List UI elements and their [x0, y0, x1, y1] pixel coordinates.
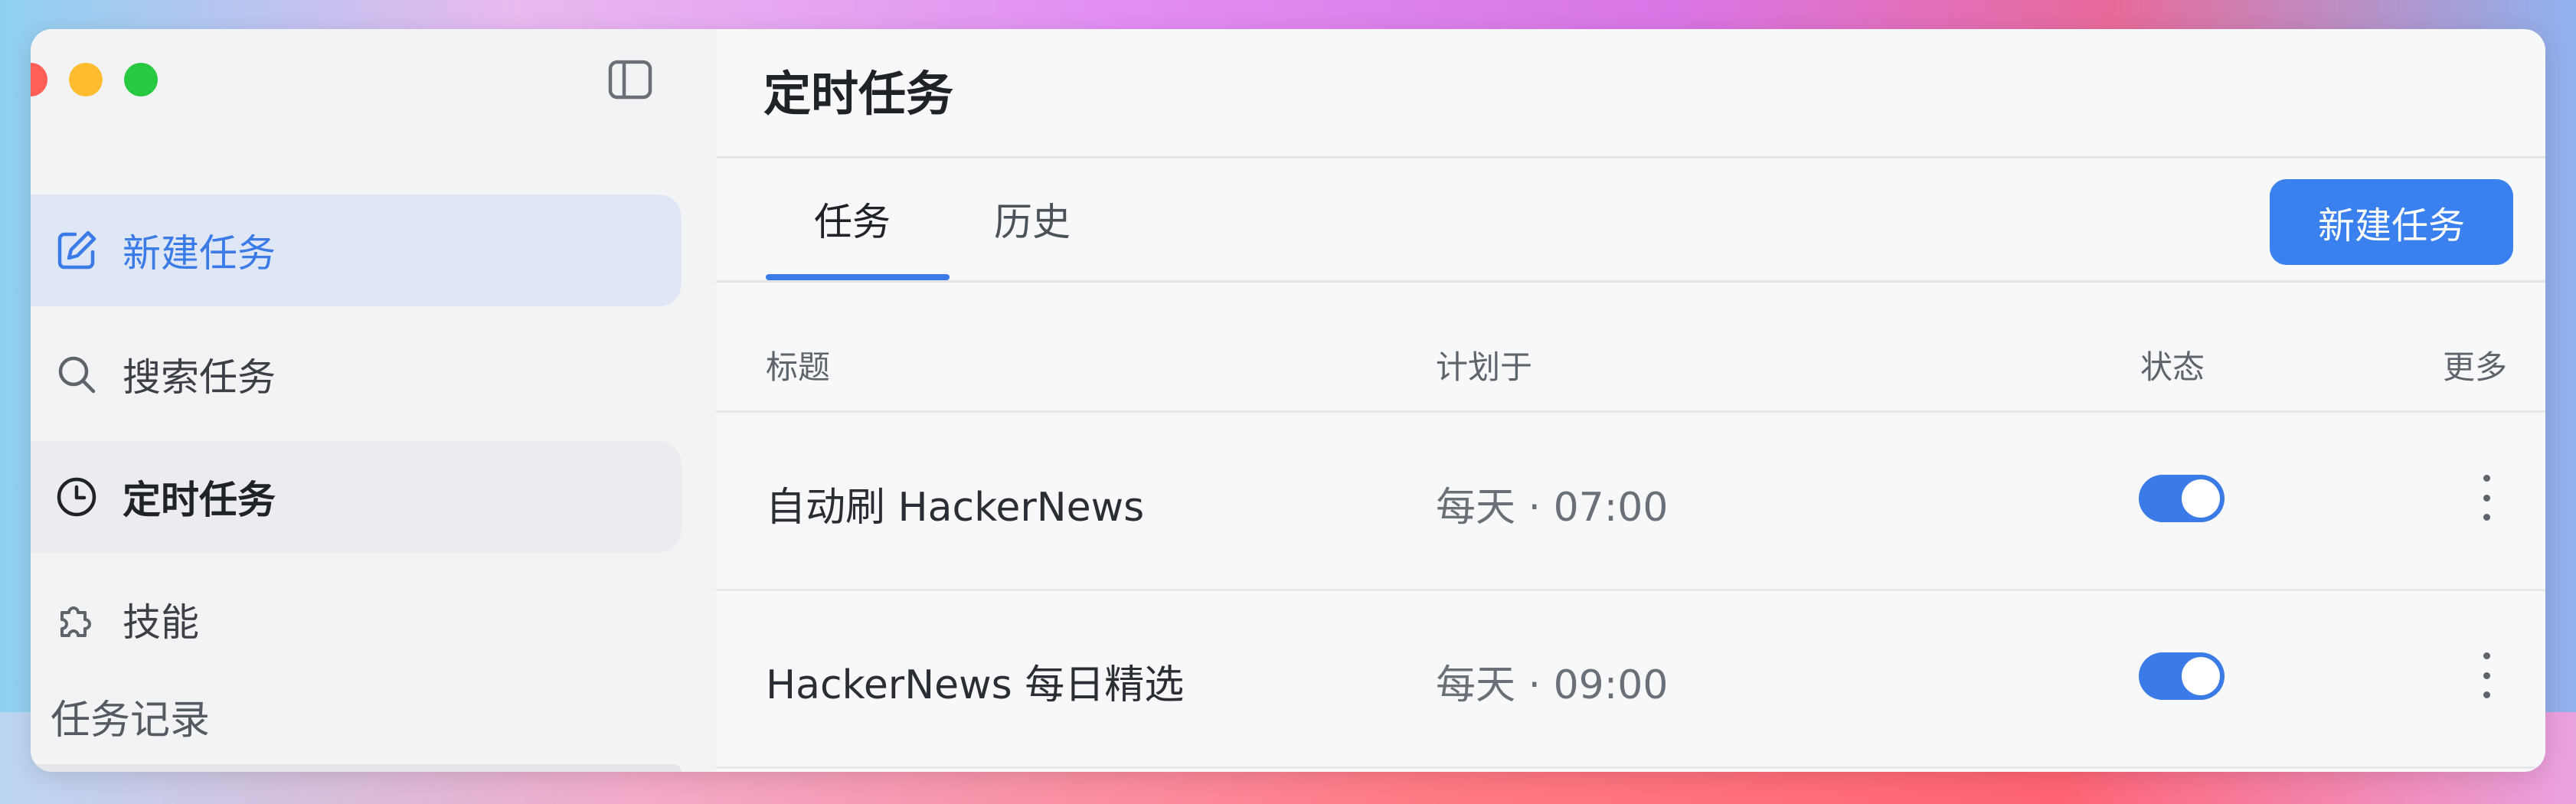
divider [716, 156, 2545, 159]
sidebar-item-skills[interactable]: 技能 [31, 564, 682, 675]
sidebar-item-scheduled-task[interactable]: 定时任务 [31, 441, 682, 553]
task-record-item[interactable] [31, 764, 682, 772]
column-header-status: 状态 [2140, 348, 2205, 386]
more-options-icon[interactable] [2471, 652, 2502, 698]
tab-tasks[interactable]: 任务 [814, 191, 891, 247]
app-window: 新建任务 搜索任务 定时任务 技能 任务记录 定时任务 任务 历史 新建任务 标… [31, 29, 2545, 772]
sidebar-toggle-icon[interactable] [608, 60, 652, 100]
tab-history[interactable]: 历史 [994, 191, 1071, 247]
sidebar-item-label: 技能 [123, 600, 199, 645]
clock-icon [54, 474, 100, 520]
column-header-more: 更多 [2443, 348, 2508, 386]
close-window-button[interactable] [31, 63, 47, 96]
window-controls [31, 63, 158, 96]
sidebar-item-label: 搜索任务 [123, 355, 276, 400]
task-enabled-toggle[interactable] [2139, 475, 2225, 522]
sidebar-item-label: 定时任务 [123, 478, 276, 522]
column-header-title: 标题 [766, 348, 831, 386]
task-title: HackerNews 每日精选 [766, 662, 1185, 708]
maximize-window-button[interactable] [124, 63, 158, 96]
sidebar-item-search-task[interactable]: 搜索任务 [31, 319, 682, 430]
divider [716, 766, 2545, 769]
minimize-window-button[interactable] [69, 63, 103, 96]
page-title: 定时任务 [763, 66, 954, 122]
task-schedule: 每天 · 09:00 [1436, 662, 1669, 708]
main-panel: 定时任务 任务 历史 新建任务 标题 计划于 状态 更多 自动刷 HackerN… [716, 29, 2545, 772]
divider [716, 589, 2545, 591]
column-header-schedule: 计划于 [1436, 348, 1533, 386]
toggle-knob [2182, 479, 2220, 518]
active-tab-indicator [766, 274, 950, 280]
search-icon [54, 351, 100, 397]
toggle-knob [2182, 657, 2220, 695]
sidebar: 新建任务 搜索任务 定时任务 技能 任务记录 [31, 29, 716, 772]
more-options-icon[interactable] [2471, 475, 2502, 521]
edit-icon [54, 227, 100, 273]
task-enabled-toggle[interactable] [2139, 652, 2225, 700]
sidebar-item-label: 新建任务 [123, 231, 276, 276]
task-title: 自动刷 HackerNews [766, 485, 1145, 531]
divider [716, 410, 2545, 413]
new-task-button[interactable]: 新建任务 [2270, 179, 2513, 265]
sidebar-item-new-task[interactable]: 新建任务 [31, 194, 682, 306]
puzzle-icon [54, 596, 100, 642]
task-records-heading: 任务记录 [51, 698, 211, 744]
divider [716, 280, 2545, 283]
task-schedule: 每天 · 07:00 [1436, 485, 1669, 531]
